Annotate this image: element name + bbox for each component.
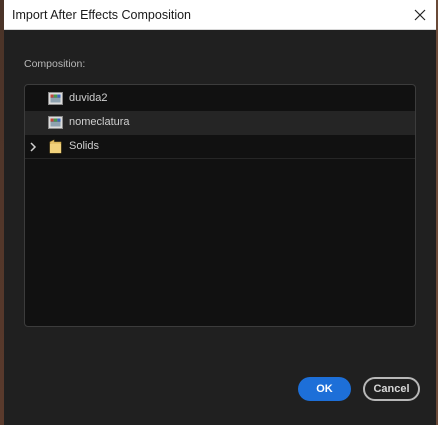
chevron-right-icon[interactable] [28,141,38,153]
tree-item-label: Solids [69,140,99,152]
composition-label: Composition: [24,58,86,70]
close-button[interactable] [404,0,436,29]
tree-item-nomeclatura[interactable]: nomeclatura [25,111,415,135]
composition-icon [48,92,63,105]
close-icon [414,9,426,20]
tree-item-label: duvida2 [69,92,108,104]
window-title: Import After Effects Composition [12,8,192,22]
composition-tree[interactable]: duvida2 nomeclatura Solids [24,84,416,327]
composition-icon [48,116,63,129]
title-bar[interactable]: Import After Effects Composition [4,0,436,30]
cancel-button[interactable]: Cancel [363,377,420,401]
ok-button[interactable]: OK [298,377,351,401]
folder-icon [49,139,62,154]
tree-item-label: nomeclatura [69,116,130,128]
tree-item-duvida2[interactable]: duvida2 [25,87,415,111]
tree-item-solids[interactable]: Solids [25,135,415,159]
import-composition-dialog: Import After Effects Composition Composi… [4,0,436,425]
